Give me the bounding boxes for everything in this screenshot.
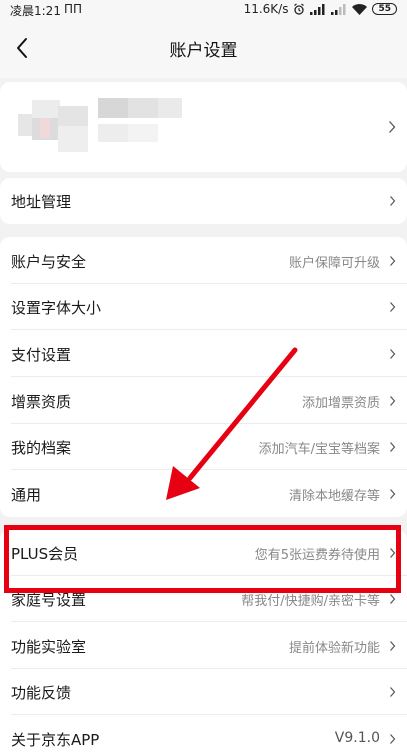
menu-label: 账户与安全: [11, 253, 87, 271]
menu-row-family-account[interactable]: 家庭号设置 帮我付/快捷购/亲密卡等: [0, 576, 407, 622]
signal-icon: [331, 3, 346, 15]
divider: [11, 329, 407, 330]
menu-label: PLUS会员: [11, 545, 79, 563]
address-label: 地址管理: [11, 193, 72, 211]
menu-value: 添加增票资质: [301, 396, 380, 411]
menu-row-about[interactable]: 关于京东APP V9.1.0: [0, 716, 407, 755]
page-title: 账户设置: [169, 41, 238, 61]
chevron-right-icon: [390, 489, 396, 499]
wifi-icon: [352, 3, 368, 15]
chevron-right-icon: [390, 442, 396, 452]
menu-label: 设置字体大小: [11, 299, 102, 317]
battery-icon: 55: [372, 3, 397, 15]
chevron-right-icon: [390, 196, 396, 206]
menu-row-general[interactable]: 通用 清除本地缓存等: [0, 471, 407, 517]
settings-card-2: PLUS会员 您有5张运费券待使用 家庭号设置 帮我付/快捷购/亲密卡等 功能实…: [0, 530, 407, 755]
menu-row-feedback[interactable]: 功能反馈: [0, 669, 407, 715]
menu-row-invoice[interactable]: 增票资质 添加增票资质: [0, 378, 407, 424]
chevron-right-icon: [390, 396, 396, 406]
status-app-indicator: ΠΠ: [64, 2, 83, 16]
signal-icon: [310, 3, 325, 15]
status-bar: 凌晨1:21 ΠΠ 11.6K/s 55: [0, 0, 407, 20]
chevron-right-icon: [390, 594, 396, 604]
profile-card[interactable]: [0, 82, 407, 172]
chevron-right-icon: [390, 302, 396, 312]
chevron-right-icon: [390, 687, 396, 697]
menu-value: 您有5张运费券待使用: [254, 548, 380, 563]
divider: [11, 714, 407, 715]
menu-value: V9.1.0: [334, 730, 380, 746]
menu-value: 清除本地缓存等: [288, 489, 380, 504]
menu-row-lab[interactable]: 功能实验室 提前体验新功能: [0, 623, 407, 669]
settings-card: 账户与安全 账户保障可升级 设置字体大小 支付设置 增票资质 添加增票资质 我的…: [0, 237, 407, 517]
menu-row-account-security[interactable]: 账户与安全 账户保障可升级: [0, 238, 407, 284]
status-time: 凌晨1:21: [10, 4, 61, 18]
divider: [11, 376, 407, 377]
menu-row-my-profile[interactable]: 我的档案 添加汽车/宝宝等档案: [0, 424, 407, 470]
chevron-right-icon: [390, 734, 396, 744]
menu-label: 通用: [11, 486, 42, 504]
menu-value: 账户保障可升级: [288, 256, 380, 271]
menu-label: 功能实验室: [11, 638, 87, 656]
menu-label: 支付设置: [11, 346, 72, 364]
chevron-right-icon: [389, 121, 396, 133]
network-speed: 11.6K/s: [243, 2, 289, 16]
menu-row-payment[interactable]: 支付设置: [0, 331, 407, 377]
menu-label: 功能反馈: [11, 684, 72, 702]
chevron-right-icon: [390, 548, 396, 558]
chevron-right-icon: [390, 256, 396, 266]
menu-label: 我的档案: [11, 439, 72, 457]
address-card: 地址管理: [0, 178, 407, 224]
menu-value: 帮我付/快捷购/亲密卡等: [241, 594, 380, 609]
blurred-avatar-and-name: [18, 96, 188, 156]
menu-row-plus-member[interactable]: PLUS会员 您有5张运费券待使用: [0, 530, 407, 576]
divider: [11, 469, 407, 470]
chevron-right-icon: [390, 641, 396, 651]
menu-label: 家庭号设置: [11, 591, 87, 609]
alarm-icon: [294, 3, 305, 15]
header: 账户设置: [0, 20, 407, 78]
menu-label: 关于京东APP: [11, 731, 100, 749]
address-row[interactable]: 地址管理: [0, 178, 407, 224]
menu-value: 添加汽车/宝宝等档案: [258, 442, 380, 457]
menu-label: 增票资质: [11, 393, 72, 411]
chevron-right-icon: [390, 349, 396, 359]
menu-row-font-size[interactable]: 设置字体大小: [0, 284, 407, 330]
divider: [11, 621, 407, 622]
menu-value: 提前体验新功能: [288, 641, 380, 656]
